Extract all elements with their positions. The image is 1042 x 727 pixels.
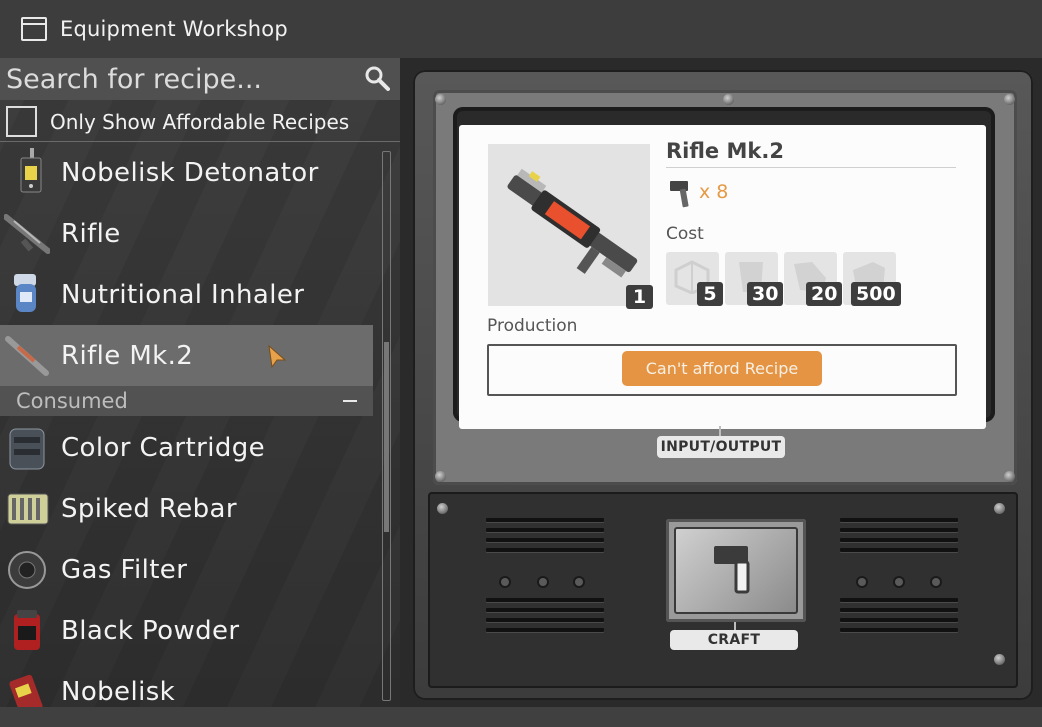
indicator-light [575, 578, 583, 586]
hammer-icon [670, 181, 689, 208]
search-icon[interactable] [364, 65, 390, 91]
list-item-label: Gas Filter [61, 554, 188, 585]
workshop-window: Equipment Workshop Only Show Affordable … [0, 0, 1042, 727]
cost-quantity-badge: 30 [747, 282, 784, 306]
scrollbar-thumb[interactable] [384, 342, 389, 532]
list-item-spiked-rebar[interactable]: Spiked Rebar [0, 478, 373, 539]
screw-icon [435, 94, 446, 105]
list-item-label: Nobelisk [61, 676, 176, 707]
hammer-icon [714, 545, 750, 593]
list-item-black-powder[interactable]: Black Powder [0, 600, 373, 661]
list-item-nutritional-inhaler[interactable]: Nutritional Inhaler [0, 264, 373, 325]
cartridge-icon [9, 428, 45, 469]
list-item-label: Nutritional Inhaler [61, 279, 305, 310]
production-box: Can't afford Recipe [487, 344, 957, 396]
detonator-icon [20, 147, 42, 192]
list-item-label: Nobelisk Detonator [61, 157, 319, 188]
divider [666, 167, 956, 168]
cost-slot: 20 [784, 252, 843, 306]
affordable-filter[interactable]: Only Show Affordable Recipes [0, 102, 400, 142]
indicator-light [501, 578, 509, 586]
mouse-cursor-icon [268, 345, 287, 369]
black-powder-icon [14, 609, 40, 650]
craft-panel: CRAFT [428, 492, 1018, 688]
window-title: Equipment Workshop [60, 17, 288, 41]
gas-filter-icon [8, 550, 46, 589]
recipe-panel: Only Show Affordable Recipes Nobelisk De… [0, 58, 400, 707]
product-image: 1 [488, 144, 653, 309]
recipe-name: Rifle Mk.2 [666, 139, 784, 163]
search-bar [0, 58, 400, 100]
nobelisk-icon [9, 674, 43, 707]
indicator-light [539, 578, 547, 586]
input-output-plate: INPUT/OUTPUT [657, 436, 785, 458]
recipe-list: Nobelisk Detonator Rifle Nutritional Inh… [0, 142, 373, 707]
craft-label-plate: CRAFT [670, 630, 798, 650]
workbench-machine: 1 Rifle Mk.2 x 8 Cost 5 30 20 500 Produc… [413, 70, 1033, 700]
recipe-detail-card: 1 Rifle Mk.2 x 8 Cost 5 30 20 500 Produc… [459, 125, 986, 429]
screw-icon [994, 654, 1005, 665]
screw-icon [1004, 94, 1015, 105]
screw-icon [435, 471, 446, 482]
list-item-label: Rifle Mk.2 [61, 340, 194, 371]
collapse-icon[interactable] [343, 400, 357, 402]
affordable-filter-label: Only Show Affordable Recipes [50, 109, 350, 134]
production-label: Production [487, 316, 578, 336]
list-item-label: Spiked Rebar [61, 493, 237, 524]
vent-left-top [486, 518, 604, 558]
affordable-checkbox[interactable] [6, 106, 37, 137]
cost-slot: 500 [843, 252, 901, 306]
craft-button[interactable] [674, 527, 798, 614]
status-strip [0, 707, 1042, 727]
list-item-rifle-mk2[interactable]: Rifle Mk.2 [0, 325, 373, 386]
list-item-label: Black Powder [61, 615, 240, 646]
list-item-rifle[interactable]: Rifle [0, 203, 373, 264]
rifle-mk2-icon [5, 335, 49, 376]
list-item-label: Rifle [61, 218, 121, 249]
list-item-color-cartridge[interactable]: Color Cartridge [0, 417, 373, 478]
list-item-label: Color Cartridge [61, 432, 266, 463]
cant-afford-button[interactable]: Can't afford Recipe [622, 351, 822, 386]
window-icon [21, 17, 47, 41]
category-header-consumed[interactable]: Consumed [0, 386, 373, 416]
cost-quantity-badge: 500 [851, 282, 901, 306]
cost-slot: 30 [725, 252, 784, 306]
rifle-mk2-icon [507, 168, 638, 278]
screw-icon [994, 503, 1005, 514]
cost-label: Cost [666, 224, 704, 244]
list-item-nobelisk-detonator[interactable]: Nobelisk Detonator [0, 142, 373, 203]
workbench-panel: 1 Rifle Mk.2 x 8 Cost 5 30 20 500 Produc… [400, 58, 1042, 707]
search-input[interactable] [0, 63, 352, 95]
rebar-icon [7, 493, 49, 524]
indicator-light [932, 578, 940, 586]
cost-quantity-badge: 5 [697, 282, 723, 306]
screw-icon [723, 94, 734, 105]
rifle-icon [4, 213, 50, 254]
screw-icon [437, 503, 448, 514]
recipe-list-scrollbar[interactable] [382, 151, 391, 701]
inhaler-icon [14, 273, 36, 312]
cost-slot: 5 [666, 252, 723, 306]
indicator-light [895, 578, 903, 586]
list-item-gas-filter[interactable]: Gas Filter [0, 539, 373, 600]
title-bar: Equipment Workshop [0, 0, 1042, 58]
indicator-light [858, 578, 866, 586]
cost-quantity-badge: 20 [806, 282, 843, 306]
craft-clicks-count: x 8 [699, 181, 729, 203]
craft-button-housing [666, 519, 806, 622]
vent-left-bottom [486, 598, 604, 638]
category-label: Consumed [16, 389, 128, 413]
vent-right-top [840, 518, 958, 558]
product-quantity-badge: 1 [626, 285, 653, 309]
screw-icon [1004, 471, 1015, 482]
list-item-nobelisk[interactable]: Nobelisk [0, 661, 373, 707]
vent-right-bottom [840, 598, 958, 638]
